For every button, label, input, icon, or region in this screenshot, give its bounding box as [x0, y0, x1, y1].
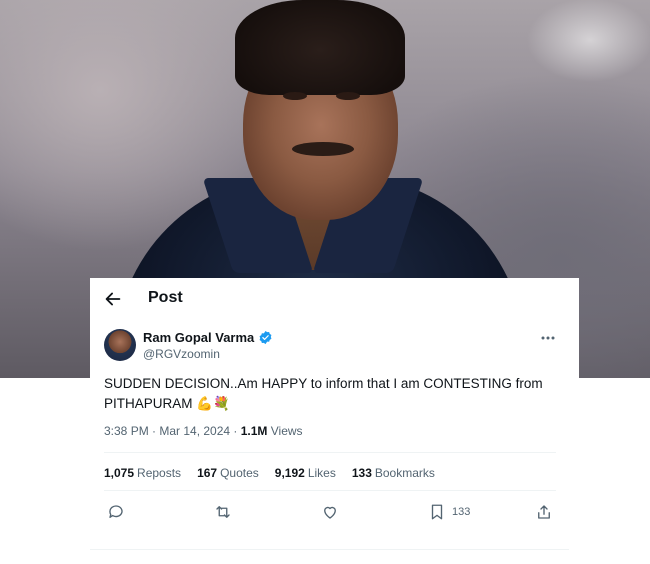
bookmark-button[interactable]: 133	[428, 502, 470, 522]
back-arrow-icon	[105, 292, 121, 306]
author-name[interactable]: Ram Gopal Varma	[143, 330, 254, 345]
bookmarks-stat[interactable]: 133 Bookmarks	[352, 466, 435, 480]
share-icon	[538, 505, 550, 519]
bookmark-icon	[431, 504, 443, 520]
back-button[interactable]	[102, 288, 124, 310]
bookmarks-count: 133	[351, 466, 372, 480]
repost-icon	[216, 506, 230, 518]
post-header: Post	[90, 278, 579, 320]
views-count: 1.1M	[240, 424, 268, 438]
author-name-row: Ram Gopal Varma	[143, 330, 273, 345]
bookmarks-label: Bookmarks	[374, 466, 435, 480]
photo-eye-right	[336, 92, 360, 100]
likes-label: Likes	[307, 466, 336, 480]
reply-button[interactable]	[107, 502, 125, 522]
page-title: Post	[148, 289, 183, 306]
more-icon	[541, 336, 555, 340]
photo-hair	[235, 0, 405, 95]
tweet-text: SUDDEN DECISION..Am HAPPY to inform that…	[104, 376, 543, 411]
quotes-label: Quotes	[220, 466, 259, 480]
like-button[interactable]	[321, 502, 339, 522]
like-icon	[324, 506, 336, 519]
tweet-meta: 3:38 PM · Mar 14, 2024 · 1.1M Views	[104, 424, 303, 438]
avatar[interactable]	[104, 329, 136, 361]
share-button[interactable]	[535, 502, 553, 522]
card-bottom-border	[90, 549, 569, 550]
more-button[interactable]	[540, 330, 556, 346]
reposts-label: Reposts	[137, 466, 182, 480]
reply-icon	[109, 505, 123, 518]
reposts-stat[interactable]: 1,075 Reposts	[104, 466, 181, 480]
bookmark-count: 133	[452, 506, 471, 518]
engagement-stats: 1,075 Reposts 167 Quotes 9,192 Likes 133 Boo…	[104, 466, 435, 480]
tweet-card: Post Ram Gopal Varma @RGVzoomin SUDDEN D…	[90, 278, 579, 550]
divider	[104, 490, 556, 491]
reposts-count: 1,075	[104, 466, 135, 480]
action-bar: 133	[90, 502, 579, 526]
author-handle[interactable]: @RGVzoomin	[143, 347, 220, 361]
divider	[104, 452, 556, 453]
repost-button[interactable]	[214, 502, 232, 522]
likes-count: 9,192	[274, 466, 305, 480]
likes-stat[interactable]: 9,192 Likes	[275, 466, 336, 480]
views-label: Views	[267, 424, 303, 438]
verified-badge-icon	[259, 330, 272, 345]
quotes-count: 167	[197, 466, 218, 480]
tweet-timestamp[interactable]: 3:38 PM · Mar 14, 2024 ·	[104, 424, 241, 438]
quotes-stat[interactable]: 167 Quotes	[197, 466, 259, 480]
photo-moustache	[292, 142, 354, 156]
photo-eye-left	[283, 92, 307, 100]
